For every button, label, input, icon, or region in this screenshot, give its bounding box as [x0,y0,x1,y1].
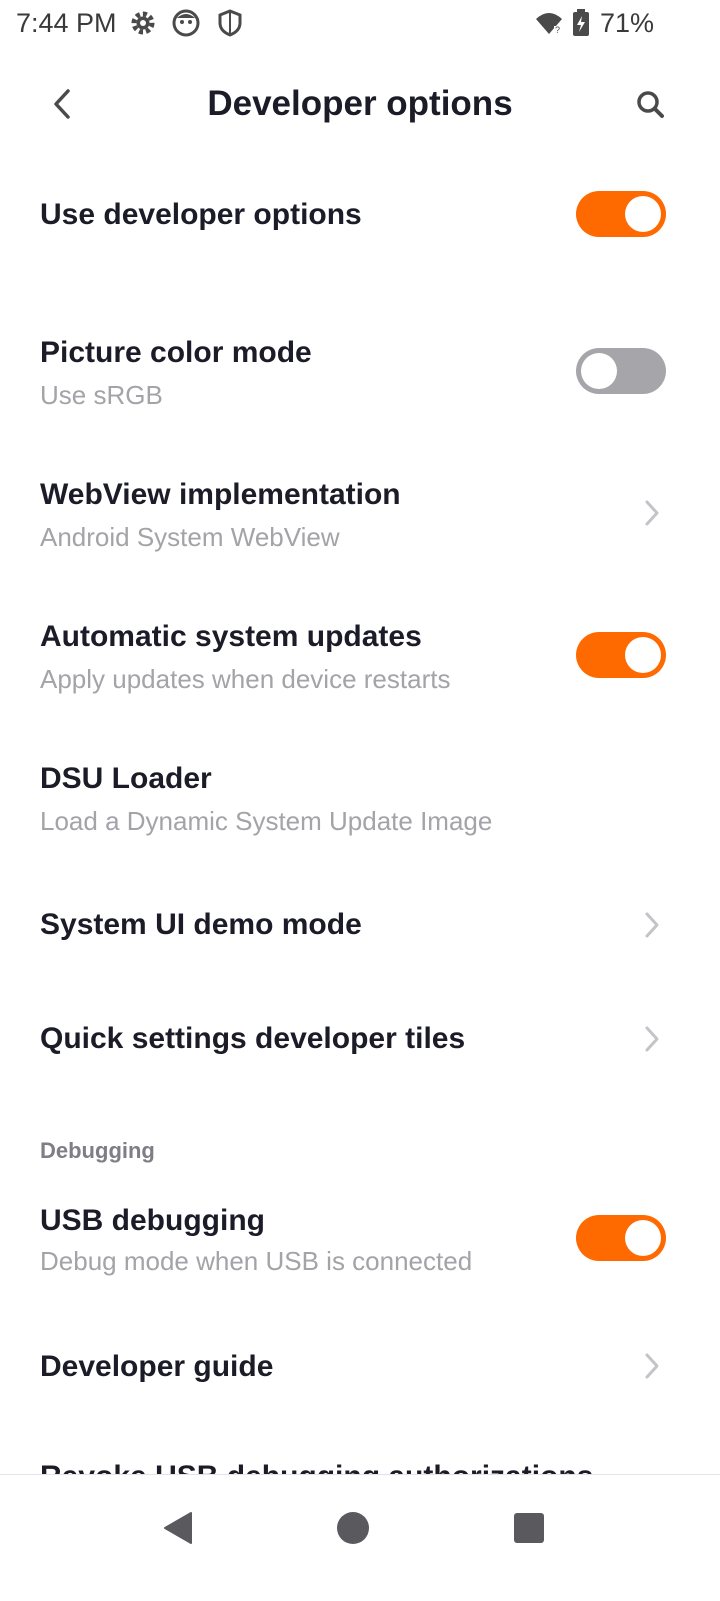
usb-debugging-toggle[interactable] [576,1215,666,1261]
setting-developer-guide[interactable]: Developer guide [0,1320,720,1410]
search-button[interactable] [628,82,672,126]
nav-recents-button[interactable] [504,1503,554,1553]
setting-use-developer-options[interactable]: Use developer options [0,170,720,260]
setting-picture-color-mode[interactable]: Picture color mode Use sRGB [0,320,720,430]
battery-charging-icon [573,9,589,36]
setting-automatic-system-updates[interactable]: Automatic system updates Apply updates w… [0,604,720,714]
setting-usb-debugging[interactable]: USB debugging Debug mode when USB is con… [0,1188,720,1298]
toggle-knob [625,196,661,232]
setting-title: WebView implementation [40,478,401,511]
setting-subtitle: Android System WebView [40,522,340,552]
developer-options-toggle[interactable] [576,191,666,237]
face-icon [172,9,200,37]
toggle-knob [581,353,617,389]
svg-text:?: ? [555,25,560,35]
setting-title: System UI demo mode [40,908,362,941]
setting-system-ui-demo-mode[interactable]: System UI demo mode [0,880,720,970]
section-header-debugging: Debugging [40,1138,155,1163]
setting-title: Quick settings developer tiles [40,1022,466,1055]
home-circle-icon [337,1512,369,1544]
setting-subtitle: Load a Dynamic System Update Image [40,806,493,836]
nav-home-button[interactable] [328,1503,378,1553]
chevron-right-icon [645,1026,659,1052]
setting-title: USB debugging [40,1204,265,1237]
chevron-right-icon [645,1353,659,1379]
setting-title: Use developer options [40,198,362,231]
recents-square-icon [514,1513,544,1543]
setting-webview-implementation[interactable]: WebView implementation Android System We… [0,462,720,572]
back-triangle-icon [164,1512,192,1544]
navigation-bar [0,1474,720,1601]
app-bar: Developer options [0,60,720,150]
shield-icon [218,9,242,37]
setting-dsu-loader[interactable]: DSU Loader Load a Dynamic System Update … [0,746,720,856]
toggle-knob [625,637,661,673]
setting-title: Automatic system updates [40,620,422,653]
setting-title: DSU Loader [40,762,212,795]
battery-percentage: 71% [600,8,655,38]
automatic-updates-toggle[interactable] [576,632,666,678]
status-bar: 7:44 PM ? 71% [0,0,720,48]
search-icon [637,91,664,118]
status-time: 7:44 PM [16,8,117,38]
toggle-knob [625,1220,661,1256]
setting-quick-settings-developer-tiles[interactable]: Quick settings developer tiles [0,994,720,1084]
setting-revoke-usb-debugging[interactable]: Revoke USB debugging authorizations [40,1460,593,1474]
chevron-right-icon [645,912,659,938]
wifi-icon: ? [536,13,562,35]
setting-title: Revoke USB debugging authorizations [40,1460,593,1474]
chevron-right-icon [645,500,659,526]
picture-color-mode-toggle[interactable] [576,348,666,394]
setting-subtitle: Debug mode when USB is connected [40,1246,473,1276]
setting-subtitle: Use sRGB [40,380,163,410]
page-title: Developer options [207,84,513,123]
setting-title: Picture color mode [40,336,312,369]
setting-subtitle: Apply updates when device restarts [40,664,451,694]
nav-back-button[interactable] [153,1503,203,1553]
setting-title: Developer guide [40,1350,274,1383]
gear-icon [131,11,155,35]
